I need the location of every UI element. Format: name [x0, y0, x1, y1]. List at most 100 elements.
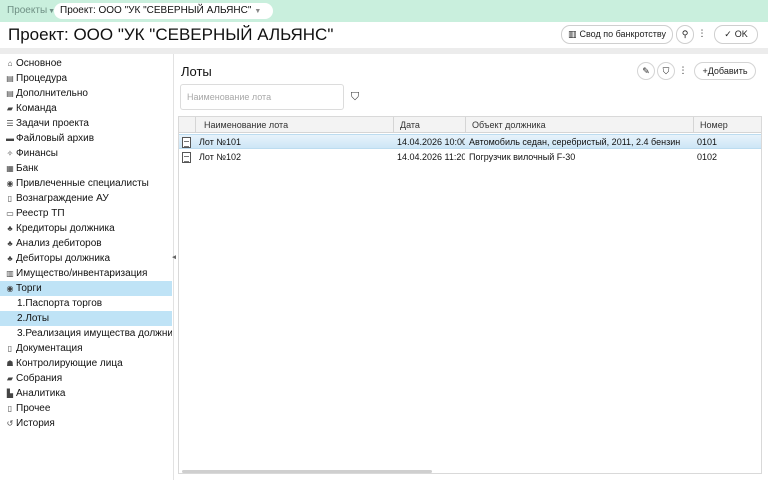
sidebar-item-komanda[interactable]: ▰ Команда: [0, 101, 172, 116]
table-row[interactable]: Лот №102 14.04.2026 11:20 Погрузчик вило…: [179, 150, 761, 165]
people-icon: ♣: [7, 239, 13, 248]
document-icon: ▯: [7, 404, 13, 413]
sidebar-item-osnovnoe[interactable]: ⌂ Основное: [0, 56, 172, 71]
document-icon: [182, 137, 191, 148]
pencil-icon: ✎: [642, 66, 650, 76]
bank-icon: ▦: [6, 164, 14, 173]
sidebar-item-dopolnitelno[interactable]: ▤ Дополнительно: [0, 86, 172, 101]
sidebar-item-finansy[interactable]: ✧ Финансы: [0, 146, 172, 161]
stamp-button[interactable]: ⚲: [676, 25, 694, 44]
cell-date: 14.04.2026 10:00: [397, 137, 465, 147]
stamp-icon: ⚲: [681, 29, 689, 39]
history-icon: ↺: [6, 419, 14, 428]
horizontal-scrollbar[interactable]: [182, 470, 432, 473]
sidebar-item-voznagrazhdenie[interactable]: ▯ Вознаграждение АУ: [0, 191, 172, 206]
sidebar-item-reestr[interactable]: ▭ Реестр ТП: [0, 206, 172, 221]
sidebar-item-kontroliruyushchie[interactable]: ☗ Контролирующие лица: [0, 356, 172, 371]
more-button[interactable]: ⋮: [695, 25, 709, 44]
cell-number: 0101: [697, 137, 718, 147]
filter-icon[interactable]: ⛉: [348, 90, 362, 104]
breadcrumb-projects[interactable]: Проекты: [7, 5, 47, 16]
sidebar-item-prochee[interactable]: ▯ Прочее: [0, 401, 172, 416]
sidebar-subitem-loty[interactable]: 2.Лоты: [0, 311, 172, 326]
folder-icon: ▬: [6, 134, 14, 143]
sidebar-item-label: Банк: [16, 163, 39, 174]
sidebar-item-kreditory[interactable]: ♣ Кредиторы должника: [0, 221, 172, 236]
sidebar-item-label: Имущество/инвентаризация: [16, 268, 148, 279]
column-header-object[interactable]: Объект должника: [465, 117, 693, 133]
sidebar-item-label: Торги: [16, 283, 42, 294]
cell-name: Лот №101: [199, 137, 242, 147]
filter-icon: ⛉: [662, 66, 670, 76]
column-header-number[interactable]: Номер: [693, 117, 761, 133]
add-button[interactable]: +Добавить: [694, 62, 756, 80]
inventory-icon: ▥: [6, 269, 14, 278]
filter-button[interactable]: ⛉: [657, 62, 675, 80]
sidebar-item-dokumentaciya[interactable]: ▯ Документация: [0, 341, 172, 356]
sidebar-item-istoriya[interactable]: ↺ История: [0, 416, 172, 431]
sidebar-item-label: Процедура: [16, 73, 68, 84]
bar-chart-icon: ▥: [567, 29, 577, 39]
sidebar-item-imushchestvo[interactable]: ▥ Имущество/инвентаризация: [0, 266, 172, 281]
lots-table: Наименование лота Дата Объект должника Н…: [178, 116, 762, 474]
home-icon: ⌂: [7, 59, 13, 68]
sidebar-item-sobraniya[interactable]: ▰ Собрания: [0, 371, 172, 386]
sidebar-item-specialisty[interactable]: ◉ Привлеченные специалисты: [0, 176, 172, 191]
sidebar-item-label: Кредиторы должника: [16, 223, 115, 234]
column-header-date[interactable]: Дата: [393, 117, 465, 133]
search-input[interactable]: [180, 84, 344, 110]
finance-icon: ✧: [6, 149, 14, 158]
registry-icon: ▭: [6, 209, 14, 218]
people-icon: ♣: [7, 224, 13, 233]
page-title: Проект: ООО "УК "СЕВЕРНЫЙ АЛЬЯНС": [8, 25, 334, 44]
sidebar-item-label: История: [16, 418, 55, 429]
sidebar-item-arhiv[interactable]: ▬ Файловый архив: [0, 131, 172, 146]
chart-icon: ▙: [6, 389, 14, 398]
sidebar-item-analiz-debitorov[interactable]: ♣ Анализ дебиторов: [0, 236, 172, 251]
sidebar-item-label: 3.Реализация имущества должника: [17, 328, 172, 339]
sidebar-item-label: Дополнительно: [16, 88, 88, 99]
panel-title: Лоты: [181, 64, 212, 79]
more-button[interactable]: ⋮: [677, 62, 689, 80]
eye-icon: ◉: [6, 284, 14, 293]
ok-button[interactable]: ✓ OK: [714, 25, 758, 44]
sidebar-item-label: Финансы: [16, 148, 58, 159]
cell-object: Автомобиль седан, серебристый, 2011, 2.4…: [469, 137, 681, 147]
sidebar-item-label: Привлеченные специалисты: [16, 178, 149, 189]
sidebar-item-procedura[interactable]: ▤ Процедура: [0, 71, 172, 86]
sidebar-subitem-realizaciya[interactable]: 3.Реализация имущества должника: [0, 326, 172, 341]
top-bar: Проекты▼ Проект: ООО "УК "СЕВЕРНЫЙ АЛЬЯН…: [0, 0, 768, 22]
sidebar-item-label: Задачи проекта: [16, 118, 89, 129]
sidebar-item-debitory[interactable]: ♣ Дебиторы должника: [0, 251, 172, 266]
document-icon: ▤: [6, 74, 14, 83]
people-icon: ♣: [7, 254, 13, 263]
cell-number: 0102: [697, 152, 718, 162]
cell-name: Лот №102: [199, 152, 242, 162]
sidebar-subitem-pasporta[interactable]: 1.Паспорта торгов: [0, 296, 172, 311]
column-header-name[interactable]: Наименование лота: [195, 117, 393, 133]
title-row: Проект: ООО "УК "СЕВЕРНЫЙ АЛЬЯНС" ▥ Свод …: [0, 22, 768, 48]
main-panel: Лоты ✎ ⛉ ⋮ +Добавить ⛉ Наименование лота…: [176, 54, 768, 480]
breadcrumb[interactable]: Проекты▼: [7, 5, 55, 16]
svod-button[interactable]: ▥ Свод по банкротству: [561, 25, 673, 44]
sidebar-item-analitika[interactable]: ▙ Аналитика: [0, 386, 172, 401]
sidebar-item-label: Аналитика: [16, 388, 66, 399]
sidebar-item-bank[interactable]: ▦ Банк: [0, 161, 172, 176]
sidebar-item-label: 1.Паспорта торгов: [17, 298, 103, 309]
sidebar-item-label: Файловый архив: [16, 133, 95, 144]
sidebar-item-torgi[interactable]: ◉ Торги: [0, 281, 172, 296]
sidebar-item-label: Основное: [16, 58, 62, 69]
project-selector[interactable]: Проект: ООО "УК "СЕВЕРНЫЙ АЛЬЯНС" ▼: [54, 3, 274, 19]
cell-object: Погрузчик вилочный F-30: [469, 152, 576, 162]
svod-button-label: Свод по банкротству: [579, 29, 667, 39]
person-icon: ☗: [6, 359, 14, 368]
chat-icon: ▰: [6, 104, 14, 113]
edit-button[interactable]: ✎: [637, 62, 655, 80]
document-icon: [182, 152, 191, 163]
sidebar-item-zadachi[interactable]: ☰ Задачи проекта: [0, 116, 172, 131]
table-header: Наименование лота Дата Объект должника Н…: [179, 117, 761, 133]
more-vertical-icon: ⋮: [678, 65, 688, 75]
document-icon: ▯: [7, 344, 13, 353]
header-icon-column: [179, 117, 195, 133]
table-row[interactable]: Лот №101 14.04.2026 10:00 Автомобиль сед…: [179, 134, 761, 149]
